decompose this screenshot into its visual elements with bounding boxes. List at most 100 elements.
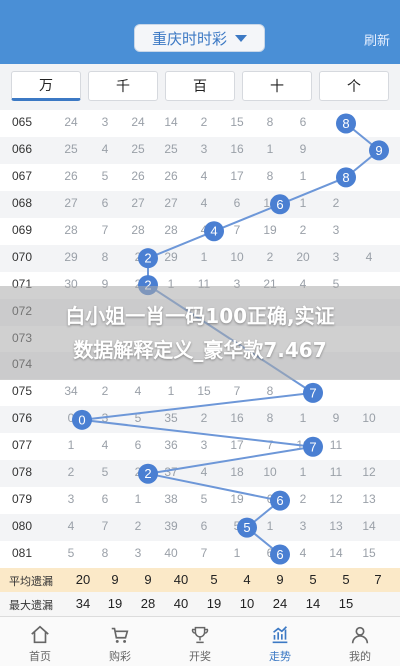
table-row: 076 0 3 5 35 2 16 8 1 9 10 (0, 406, 400, 434)
miss-value: 10 (263, 465, 277, 480)
max-miss-label: 最大遗漏 (9, 599, 53, 612)
max-value: 15 (338, 596, 354, 611)
nav-home-label: 首页 (29, 650, 51, 663)
miss-value: 3 (299, 519, 307, 534)
miss-value: 3 (332, 249, 340, 264)
nav-draw[interactable]: 开奖 (160, 617, 240, 666)
issue-number: 075 (12, 384, 33, 399)
miss-value: 0 (67, 411, 75, 426)
miss-value: 13 (329, 519, 343, 534)
overlay-line-1: 白小姐一肖一码100正确,实证 (65, 304, 335, 328)
miss-value: 5 (101, 168, 109, 183)
table-row: 067 26 5 26 26 4 17 8 1 (0, 164, 400, 191)
app-header: 重庆时时彩 刷新 (0, 0, 400, 64)
table-row: 068 27 6 27 27 4 6 18 1 2 (0, 190, 400, 218)
nav-buy[interactable]: 购彩 (80, 617, 160, 666)
miss-value: 1 (67, 438, 75, 453)
nav-draw-label: 开奖 (189, 650, 211, 663)
miss-value: 13 (362, 492, 376, 507)
miss-value: 28 (131, 222, 145, 237)
tab-ge[interactable]: 个 (319, 71, 389, 101)
cart-icon (111, 627, 129, 643)
miss-value: 5 (101, 465, 109, 480)
max-value: 10 (239, 596, 255, 611)
miss-value: 2 (134, 249, 142, 264)
nav-buy-label: 购彩 (109, 650, 131, 663)
refresh-button[interactable]: 刷新 (364, 30, 390, 49)
miss-value: 2 (299, 222, 307, 237)
issue-number: 066 (12, 141, 33, 156)
miss-value: 1 (266, 141, 274, 156)
tab-qian[interactable]: 千 (88, 71, 158, 101)
avg-value: 5 (210, 572, 218, 587)
miss-value: 26 (164, 168, 178, 183)
miss-value: 8 (266, 411, 274, 426)
miss-value: 3 (134, 546, 142, 561)
miss-value: 9 (299, 141, 307, 156)
miss-value: 3 (200, 141, 208, 156)
miss-value: 37 (164, 465, 178, 480)
nav-mine-label: 我的 (349, 650, 371, 663)
nav-trend[interactable]: 走势 (240, 617, 320, 666)
miss-value: 1 (200, 249, 208, 264)
max-value: 14 (305, 596, 321, 611)
miss-value: 2 (134, 519, 142, 534)
overlay-banner: 白小姐一肖一码100正确,实证 数据解释定义_豪华款7.467 (0, 286, 400, 380)
miss-value: 5 (233, 519, 241, 534)
miss-value: 1 (167, 384, 175, 399)
overlay-line-2: 数据解释定义_豪华款7.467 (73, 338, 327, 362)
miss-value: 27 (131, 195, 145, 210)
miss-value: 26 (131, 168, 145, 183)
table-row: 066 25 4 25 25 3 16 1 9 (0, 136, 400, 164)
miss-value: 4 (101, 438, 109, 453)
miss-value: 3 (101, 411, 109, 426)
miss-value: 14 (329, 546, 343, 561)
miss-value: 4 (200, 168, 208, 183)
nav-home[interactable]: 首页 (0, 617, 80, 666)
user-icon (351, 626, 369, 644)
miss-value: 14 (164, 115, 178, 129)
miss-value: 3 (200, 438, 208, 453)
miss-value: 11 (329, 438, 343, 453)
miss-value: 28 (64, 222, 78, 237)
miss-value: 1 (299, 411, 307, 426)
miss-value: 2 (332, 195, 340, 210)
avg-value: 9 (276, 572, 284, 587)
miss-value: 25 (64, 141, 78, 156)
miss-value: 16 (230, 141, 244, 156)
issue-number: 076 (12, 411, 33, 426)
miss-value: 1 (299, 195, 307, 210)
miss-value: 1 (233, 546, 241, 561)
miss-value: 6 (134, 438, 142, 453)
tab-bai[interactable]: 百 (165, 71, 235, 101)
miss-value: 10 (296, 438, 310, 453)
avg-value: 5 (342, 572, 350, 587)
table-row: 065 24 3 24 14 2 15 8 6 (0, 110, 400, 137)
tab-wan[interactable]: 万 (11, 71, 81, 101)
miss-value: 12 (329, 492, 343, 507)
miss-value: 27 (164, 195, 178, 210)
issue-number: 081 (12, 546, 33, 561)
miss-value: 4 (67, 519, 75, 534)
miss-value: 16 (230, 411, 244, 426)
lottery-type-dropdown[interactable]: 重庆时时彩 (134, 24, 265, 52)
miss-value: 2 (266, 249, 274, 264)
issue-number: 065 (12, 115, 33, 129)
nav-mine[interactable]: 我的 (320, 617, 400, 666)
miss-value: 4 (200, 222, 208, 237)
miss-value: 4 (134, 384, 142, 399)
miss-value: 6 (266, 492, 274, 507)
trend-icon (272, 626, 288, 644)
table-row: 070 29 8 2 29 1 10 2 20 3 4 (0, 244, 400, 272)
tab-shi[interactable]: 十 (242, 71, 312, 101)
miss-value: 18 (263, 195, 277, 210)
miss-value: 7 (266, 438, 274, 453)
miss-value: 3 (101, 115, 109, 129)
max-value: 40 (173, 596, 189, 611)
max-value: 34 (75, 596, 91, 611)
miss-value: 1 (266, 519, 274, 534)
issue-number: 070 (12, 249, 33, 264)
miss-value: 19 (263, 222, 277, 237)
miss-value: 12 (362, 465, 376, 480)
miss-value: 6 (266, 546, 274, 561)
